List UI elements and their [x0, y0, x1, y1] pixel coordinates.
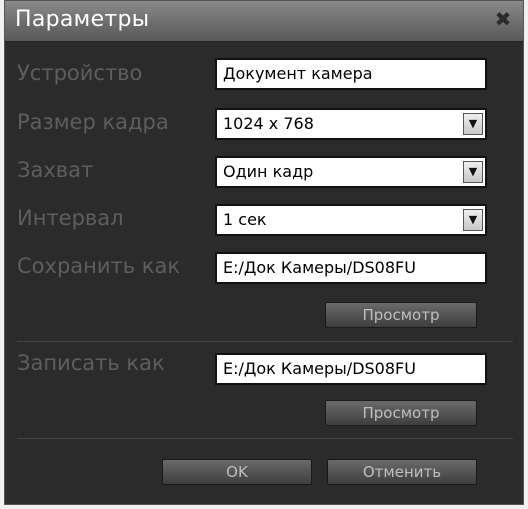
capture-value: Один кадр: [223, 162, 314, 181]
save-as-field[interactable]: E:/Док Камеры/DS08FU: [215, 252, 487, 284]
chevron-down-icon[interactable]: ▼: [463, 161, 483, 183]
interval-value: 1 сек: [223, 210, 267, 229]
divider: [17, 341, 513, 342]
frame-size-label: Размер кадра: [17, 110, 169, 134]
save-as-value: E:/Док Камеры/DS08FU: [223, 258, 416, 277]
save-as-label: Сохранить как: [17, 254, 181, 278]
device-label: Устройство: [17, 61, 143, 85]
chevron-down-icon[interactable]: ▼: [463, 209, 483, 231]
record-as-field[interactable]: E:/Док Камеры/DS08FU: [215, 353, 487, 385]
browse-record-button[interactable]: Просмотр: [325, 400, 477, 426]
close-icon[interactable]: ✖: [493, 9, 513, 29]
title-bar[interactable]: Параметры ✖: [5, 1, 523, 42]
settings-dialog: Параметры ✖ Устройство Документ камера Р…: [4, 0, 524, 505]
capture-select[interactable]: Один кадр ▼: [215, 156, 487, 188]
interval-select[interactable]: 1 сек ▼: [215, 204, 487, 236]
chevron-down-icon[interactable]: ▼: [463, 113, 483, 135]
dialog-title: Параметры: [15, 7, 150, 32]
device-value: Документ камера: [223, 64, 373, 83]
interval-label: Интервал: [17, 206, 124, 230]
record-as-value: E:/Док Камеры/DS08FU: [223, 359, 416, 378]
frame-size-value: 1024 x 768: [223, 114, 314, 133]
record-as-label: Записать как: [17, 351, 165, 375]
browse-save-button[interactable]: Просмотр: [325, 302, 477, 328]
capture-label: Захват: [17, 158, 94, 182]
cancel-button[interactable]: Отменить: [327, 459, 477, 485]
ok-button[interactable]: OK: [162, 459, 312, 485]
divider: [17, 438, 513, 439]
device-field[interactable]: Документ камера: [215, 58, 487, 90]
frame-size-select[interactable]: 1024 x 768 ▼: [215, 108, 487, 140]
